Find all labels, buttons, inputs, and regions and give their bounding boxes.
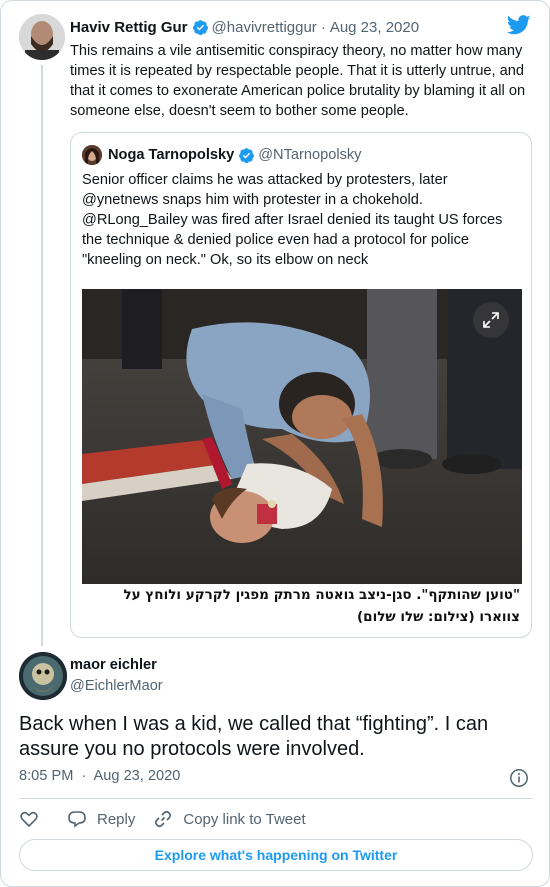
author-avatar[interactable]	[19, 14, 65, 60]
heart-icon	[20, 811, 38, 828]
author-name[interactable]: Haviv Rettig Gur	[70, 19, 188, 36]
tweet-text: This remains a vile antisemitic conspira…	[70, 43, 526, 119]
copy-link-label: Copy link to Tweet	[183, 810, 306, 828]
photo-caption: "טוען שהותקף". סגן-ניצב גואטה מרתק מפגין…	[82, 584, 522, 632]
author-handle[interactable]: @havivrettiggur	[212, 19, 317, 36]
verified-badge-icon	[239, 147, 255, 163]
author-header: Haviv Rettig Gur @havivrettiggur · Aug 2…	[70, 17, 419, 37]
quoted-author-avatar	[82, 145, 102, 165]
link-icon	[155, 810, 172, 828]
info-icon[interactable]	[509, 768, 529, 788]
expand-icon[interactable]	[473, 302, 509, 338]
reply-button[interactable]: Reply	[67, 809, 135, 829]
separator-dot: ·	[81, 768, 87, 784]
copy-link-button[interactable]: Copy link to Tweet	[153, 809, 306, 829]
quoted-author-name: Noga Tarnopolsky	[108, 147, 235, 163]
thread-connector-line	[41, 65, 43, 646]
quoted-tweet-photo[interactable]	[82, 289, 522, 584]
tweet-date[interactable]: Aug 23, 2020	[330, 19, 419, 36]
quoted-author-handle: @NTarnopolsky	[258, 147, 362, 163]
caption-line-1: "טוען שהותקף". סגן-ניצב גואטה מרתק מפגין…	[123, 587, 520, 603]
separator-dot: ·	[320, 18, 326, 36]
divider	[19, 798, 533, 799]
quoted-tweet-text: Senior officer claims he was attacked by…	[82, 172, 503, 268]
quoted-author-header: Noga Tarnopolsky @NTarnopolsky	[82, 145, 361, 165]
verified-badge-icon	[192, 19, 208, 35]
reply-time: 8:05 PM	[19, 768, 74, 784]
reply-tweet-text: Back when I was a kid, we called that “f…	[19, 713, 489, 760]
reply-timestamp[interactable]: 8:05 PM · Aug 23, 2020	[19, 768, 180, 784]
tweet-actions: Reply Copy link to Tweet	[19, 808, 324, 830]
quoted-tweet[interactable]: Noga Tarnopolsky @NTarnopolsky Senior of…	[70, 132, 532, 638]
reply-author-name[interactable]: maor eichler	[70, 657, 157, 673]
reply-author-avatar[interactable]	[19, 652, 67, 700]
reply-date: Aug 23, 2020	[93, 768, 181, 784]
like-button[interactable]	[19, 809, 49, 829]
reply-author-handle[interactable]: @EichlerMaor	[70, 678, 163, 694]
tweet-embed-card: Haviv Rettig Gur @havivrettiggur · Aug 2…	[0, 0, 550, 887]
photo-illustration	[82, 289, 522, 584]
explore-twitter-button[interactable]: Explore what's happening on Twitter	[19, 839, 533, 871]
reply-label: Reply	[97, 810, 136, 828]
twitter-bird-icon[interactable]	[507, 15, 531, 35]
caption-line-2: צווארו (צילום: שלו שלום)	[357, 609, 520, 625]
reply-bubble-icon	[68, 811, 86, 828]
